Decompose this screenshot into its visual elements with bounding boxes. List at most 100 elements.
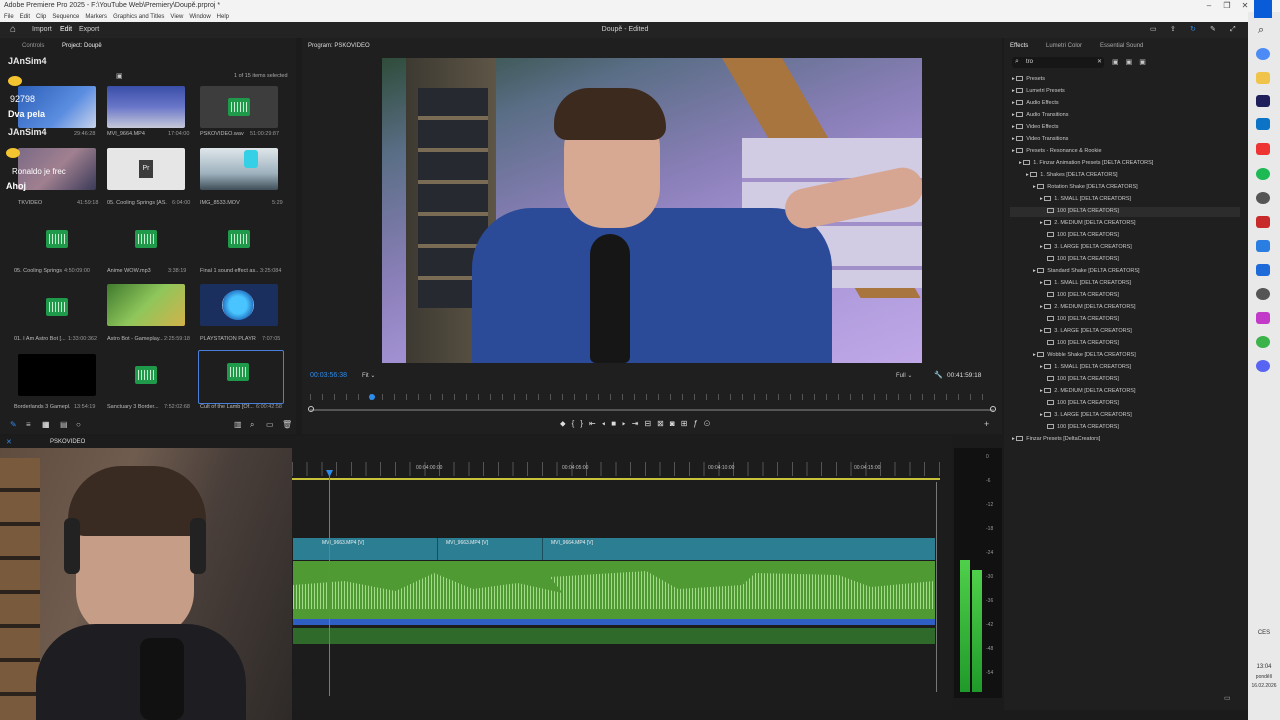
effects-tree-item[interactable]: ▸ 1. Finzar Animation Presets [DELTA CRE… — [1019, 160, 1153, 166]
freeform-view-icon[interactable]: ▤ — [60, 420, 68, 429]
vr-icon[interactable]: ⊙ — [704, 419, 716, 428]
effects-tree-item[interactable]: 100 [DELTA CREATORS] — [1047, 424, 1119, 430]
mark-in-icon[interactable]: { — [572, 419, 581, 428]
audio-track-clips[interactable] — [293, 561, 935, 619]
sync-icon[interactable]: ↻ — [1190, 22, 1196, 38]
in-handle[interactable] — [308, 406, 314, 412]
app-icon[interactable] — [1256, 143, 1270, 155]
automate-icon[interactable]: ▥ — [234, 420, 242, 429]
go-to-in-icon[interactable]: ⇤ — [589, 419, 602, 428]
effects-tree-item[interactable]: ▸ Wobble Shake [DELTA CREATORS] — [1033, 352, 1136, 358]
playhead-timecode[interactable]: 00:03:56:38 — [310, 372, 347, 379]
effects-tree-item[interactable]: ▸ Lumetri Presets — [1012, 88, 1065, 94]
discord-icon[interactable] — [1256, 360, 1270, 372]
tab-project[interactable]: Project: Doupě — [62, 43, 102, 49]
obs-icon[interactable] — [1256, 192, 1270, 204]
audio-thumbnail[interactable] — [18, 218, 96, 260]
media-thumbnail[interactable] — [18, 354, 96, 396]
sequence-tab[interactable]: PSKOVIDEO — [50, 439, 85, 445]
add-marker-icon[interactable]: ⬥ — [560, 419, 572, 428]
app-icon[interactable] — [1256, 336, 1270, 348]
menu-help[interactable]: Help — [217, 14, 229, 20]
timeline-playhead[interactable] — [329, 470, 330, 696]
icon-view-icon[interactable]: ▦ — [42, 420, 50, 429]
tab-lumetri[interactable]: Lumetri Color — [1046, 43, 1082, 49]
compare-icon[interactable]: ⊞ — [681, 419, 694, 428]
media-thumbnail[interactable] — [107, 284, 185, 326]
media-thumbnail[interactable] — [200, 284, 278, 326]
list-view-icon[interactable]: ≡ — [26, 420, 31, 429]
search-icon[interactable]: ⌕ — [1258, 24, 1264, 37]
effects-search-input[interactable]: tro — [1012, 57, 1104, 68]
mark-out-icon[interactable]: } — [580, 419, 589, 428]
tab-effects[interactable]: Effects — [1010, 43, 1028, 49]
pencil-icon[interactable]: ✎ — [10, 420, 17, 429]
menu-view[interactable]: View — [170, 14, 183, 20]
app-icon[interactable] — [1256, 264, 1270, 276]
32bit-filter-icon[interactable]: ▣ — [1126, 59, 1140, 66]
menu-sequence[interactable]: Sequence — [52, 14, 79, 20]
effects-tree-item[interactable]: 100 [DELTA CREATORS] — [1047, 400, 1119, 406]
export-frame-icon[interactable]: ◙ — [670, 419, 681, 428]
effects-tree-item[interactable]: ▸ 2. MEDIUM [DELTA CREATORS] — [1040, 220, 1136, 226]
audio-thumbnail[interactable] — [200, 218, 278, 260]
feedback-icon[interactable]: ✎ — [1210, 22, 1216, 38]
zoom-slider-icon[interactable]: ○ — [76, 420, 81, 429]
effects-tree-item[interactable]: 100 [DELTA CREATORS] — [1047, 340, 1119, 346]
menu-clip[interactable]: Clip — [36, 14, 46, 20]
close-tab-icon[interactable]: ✕ — [6, 438, 12, 446]
menu-window[interactable]: Window — [189, 14, 210, 20]
app-icon[interactable] — [1256, 240, 1270, 252]
timeline-ruler[interactable] — [292, 462, 940, 476]
media-thumbnail[interactable] — [200, 148, 278, 190]
maximize-button[interactable]: ❐ — [1218, 0, 1236, 12]
home-icon[interactable]: ⌂ — [10, 22, 16, 38]
minimize-button[interactable]: – — [1200, 0, 1218, 12]
wrench-icon[interactable]: 🔧 — [934, 371, 943, 379]
step-forward-icon[interactable]: ▸ — [622, 419, 632, 428]
stop-icon[interactable]: ■ — [611, 419, 622, 428]
media-thumbnail[interactable] — [107, 86, 185, 128]
button-editor-icon[interactable]: + — [984, 419, 989, 429]
effects-tree-item[interactable]: ▸ Presets — [1012, 76, 1045, 82]
effects-tree-item[interactable]: ▸ 1. SMALL [DELTA CREATORS] — [1040, 196, 1131, 202]
work-area-bar[interactable] — [292, 478, 940, 480]
effects-tree-item[interactable]: ▸ Standard Shake [DELTA CREATORS] — [1033, 268, 1140, 274]
new-bin-icon[interactable]: ▣ — [116, 72, 123, 80]
zoom-select[interactable]: Fit ⌄ — [362, 372, 398, 381]
out-handle[interactable] — [990, 406, 996, 412]
video-track-clips[interactable] — [293, 538, 935, 560]
effects-tree-item[interactable]: ▸ Rotation Shake [DELTA CREATORS] — [1033, 184, 1138, 190]
tab-edit[interactable]: Edit — [60, 22, 72, 38]
premiere-icon[interactable] — [1256, 95, 1270, 107]
audio-thumbnail[interactable] — [18, 286, 96, 328]
effects-tree-item[interactable]: ▸ Video Transitions — [1012, 136, 1068, 142]
effects-tree-item[interactable]: 100 [DELTA CREATORS] — [1047, 232, 1119, 238]
effects-tree-item[interactable]: 100 [DELTA CREATORS] — [1047, 256, 1119, 262]
effects-tree-item[interactable]: 100 [DELTA CREATORS] — [1047, 292, 1119, 298]
app-icon[interactable] — [1256, 312, 1270, 324]
audio-thumbnail[interactable] — [200, 86, 278, 128]
yuv-filter-icon[interactable]: ▣ — [1139, 59, 1153, 66]
effects-tree-item[interactable]: ▸ 3. LARGE [DELTA CREATORS] — [1040, 244, 1132, 250]
vertical-scrollbar[interactable] — [936, 482, 944, 692]
menu-file[interactable]: File — [4, 14, 14, 20]
effects-tree-item[interactable]: ▸ 2. MEDIUM [DELTA CREATORS] — [1040, 388, 1136, 394]
close-button[interactable]: ✕ — [1236, 0, 1254, 12]
effects-tree-item[interactable]: ▸ 1. Shakes [DELTA CREATORS] — [1026, 172, 1118, 178]
menu-markers[interactable]: Markers — [85, 14, 107, 20]
monitor-ruler[interactable] — [310, 394, 994, 400]
windows-start-icon[interactable] — [1254, 0, 1272, 18]
monitor-label[interactable]: Program: PSKOVIDEO — [308, 43, 370, 49]
trash-icon[interactable]: 🗑 — [282, 420, 292, 429]
clear-search-icon[interactable]: ✕ — [1097, 58, 1102, 65]
clock-time[interactable]: 13:04 — [1250, 664, 1278, 670]
folder-icon[interactable] — [1256, 72, 1270, 84]
effects-tree-item[interactable]: ▸ Audio Transitions — [1012, 112, 1069, 118]
effects-tree-item[interactable]: ▸ 3. LARGE [DELTA CREATORS] — [1040, 412, 1132, 418]
panel-resize-icon[interactable]: ▭ — [1224, 694, 1231, 702]
effects-tree-item[interactable]: ▸ Video Effects — [1012, 124, 1059, 130]
new-item-icon[interactable]: ▭ — [266, 420, 274, 429]
project-file-thumbnail[interactable]: Pr — [107, 148, 185, 190]
media-thumbnail[interactable] — [18, 86, 96, 128]
